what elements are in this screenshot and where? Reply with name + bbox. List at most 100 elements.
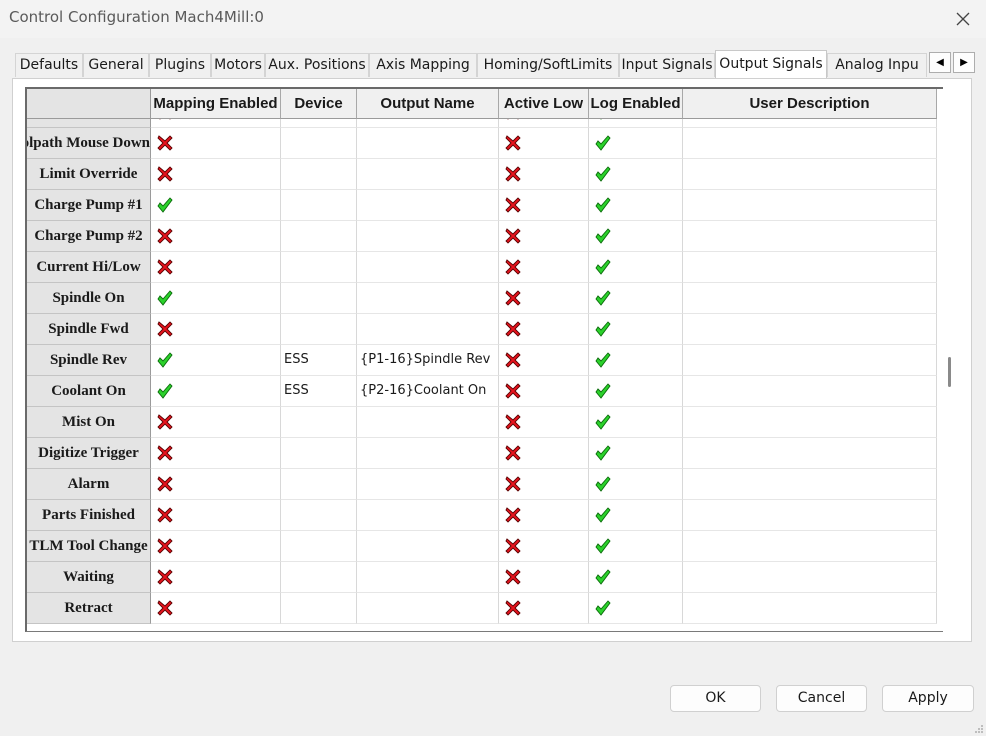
log-enabled-cell[interactable]: [589, 190, 683, 221]
log-enabled-cell[interactable]: [589, 128, 683, 159]
active-low-cell[interactable]: [499, 119, 589, 128]
output-name-cell[interactable]: [357, 190, 499, 221]
user-description-cell[interactable]: [683, 221, 937, 252]
mapping-enabled-cell[interactable]: [151, 190, 281, 221]
active-low-cell[interactable]: [499, 314, 589, 345]
user-description-cell[interactable]: [683, 562, 937, 593]
active-low-cell[interactable]: [499, 283, 589, 314]
tab-aux-positions[interactable]: Aux. Positions: [265, 53, 369, 77]
user-description-cell[interactable]: [683, 407, 937, 438]
device-cell[interactable]: [281, 593, 357, 624]
col-device-header[interactable]: Device: [281, 89, 357, 119]
user-description-cell[interactable]: [683, 531, 937, 562]
active-low-cell[interactable]: [499, 562, 589, 593]
mapping-enabled-cell[interactable]: [151, 376, 281, 407]
row-header[interactable]: Parts Finished: [27, 500, 151, 531]
device-cell[interactable]: [281, 500, 357, 531]
close-button[interactable]: [950, 6, 976, 32]
output-name-cell[interactable]: [357, 407, 499, 438]
device-cell[interactable]: [281, 562, 357, 593]
row-header[interactable]: Digitize Trigger: [27, 438, 151, 469]
tab-homing-softlimits[interactable]: Homing/SoftLimits: [477, 53, 619, 77]
tab-analog-inpu[interactable]: Analog Inpu: [827, 53, 927, 77]
table-row[interactable]: Dwell: [27, 119, 958, 128]
row-header[interactable]: Charge Pump #2: [27, 221, 151, 252]
row-header[interactable]: Limit Override: [27, 159, 151, 190]
apply-button[interactable]: Apply: [882, 685, 974, 712]
table-row[interactable]: Digitize Trigger: [27, 438, 958, 469]
output-name-cell[interactable]: [357, 128, 499, 159]
active-low-cell[interactable]: [499, 407, 589, 438]
log-enabled-cell[interactable]: [589, 221, 683, 252]
row-header[interactable]: Mist On: [27, 407, 151, 438]
row-header[interactable]: Spindle Rev: [27, 345, 151, 376]
row-header[interactable]: Retract: [27, 593, 151, 624]
row-header[interactable]: TLM Tool Change: [27, 531, 151, 562]
mapping-enabled-cell[interactable]: [151, 562, 281, 593]
user-description-cell[interactable]: [683, 469, 937, 500]
log-enabled-cell[interactable]: [589, 469, 683, 500]
row-header[interactable]: Alarm: [27, 469, 151, 500]
user-description-cell[interactable]: [683, 376, 937, 407]
log-enabled-cell[interactable]: [589, 438, 683, 469]
device-cell[interactable]: [281, 190, 357, 221]
device-cell[interactable]: [281, 407, 357, 438]
tab-input-signals[interactable]: Input Signals: [619, 53, 715, 77]
device-cell[interactable]: [281, 531, 357, 562]
active-low-cell[interactable]: [499, 190, 589, 221]
device-cell[interactable]: [281, 252, 357, 283]
output-name-cell[interactable]: [357, 119, 499, 128]
tab-scroll-left-button[interactable]: ◀: [929, 52, 951, 73]
col-log-enabled-header[interactable]: Log Enabled: [589, 89, 683, 119]
col-active-low-header[interactable]: Active Low: [499, 89, 589, 119]
device-cell[interactable]: [281, 469, 357, 500]
log-enabled-cell[interactable]: [589, 407, 683, 438]
tab-scroll-right-button[interactable]: ▶: [953, 52, 975, 73]
col-output-name-header[interactable]: Output Name: [357, 89, 499, 119]
output-name-cell[interactable]: [357, 314, 499, 345]
user-description-cell[interactable]: [683, 119, 937, 128]
mapping-enabled-cell[interactable]: [151, 159, 281, 190]
table-row[interactable]: Limit Override: [27, 159, 958, 190]
mapping-enabled-cell[interactable]: [151, 345, 281, 376]
output-name-cell[interactable]: [357, 252, 499, 283]
log-enabled-cell[interactable]: [589, 593, 683, 624]
row-header[interactable]: Coolant On: [27, 376, 151, 407]
device-cell[interactable]: [281, 128, 357, 159]
row-header[interactable]: Charge Pump #1: [27, 190, 151, 221]
tab-motors[interactable]: Motors: [211, 53, 265, 77]
table-row[interactable]: Charge Pump #2: [27, 221, 958, 252]
table-row[interactable]: Waiting: [27, 562, 958, 593]
mapping-enabled-cell[interactable]: [151, 119, 281, 128]
vertical-scrollbar[interactable]: [943, 87, 959, 632]
active-low-cell[interactable]: [499, 159, 589, 190]
mapping-enabled-cell[interactable]: [151, 283, 281, 314]
active-low-cell[interactable]: [499, 438, 589, 469]
output-name-cell[interactable]: [357, 500, 499, 531]
log-enabled-cell[interactable]: [589, 531, 683, 562]
device-cell[interactable]: [281, 438, 357, 469]
device-cell[interactable]: [281, 283, 357, 314]
active-low-cell[interactable]: [499, 376, 589, 407]
output-name-cell[interactable]: [357, 283, 499, 314]
active-low-cell[interactable]: [499, 531, 589, 562]
output-signals-grid[interactable]: Mapping Enabled Device Output Name Active L…: [25, 87, 959, 632]
tab-plugins[interactable]: Plugins: [149, 53, 211, 77]
col-mapping-enabled-header[interactable]: Mapping Enabled: [151, 89, 281, 119]
output-name-cell[interactable]: [357, 531, 499, 562]
resize-grip-icon[interactable]: [974, 724, 984, 734]
cancel-button[interactable]: Cancel: [776, 685, 867, 712]
active-low-cell[interactable]: [499, 252, 589, 283]
active-low-cell[interactable]: [499, 593, 589, 624]
user-description-cell[interactable]: [683, 345, 937, 376]
log-enabled-cell[interactable]: [589, 119, 683, 128]
log-enabled-cell[interactable]: [589, 345, 683, 376]
device-cell[interactable]: [281, 159, 357, 190]
device-cell[interactable]: [281, 221, 357, 252]
mapping-enabled-cell[interactable]: [151, 469, 281, 500]
row-header[interactable]: Dwell: [27, 119, 151, 128]
mapping-enabled-cell[interactable]: [151, 314, 281, 345]
mapping-enabled-cell[interactable]: [151, 500, 281, 531]
mapping-enabled-cell[interactable]: [151, 438, 281, 469]
log-enabled-cell[interactable]: [589, 283, 683, 314]
